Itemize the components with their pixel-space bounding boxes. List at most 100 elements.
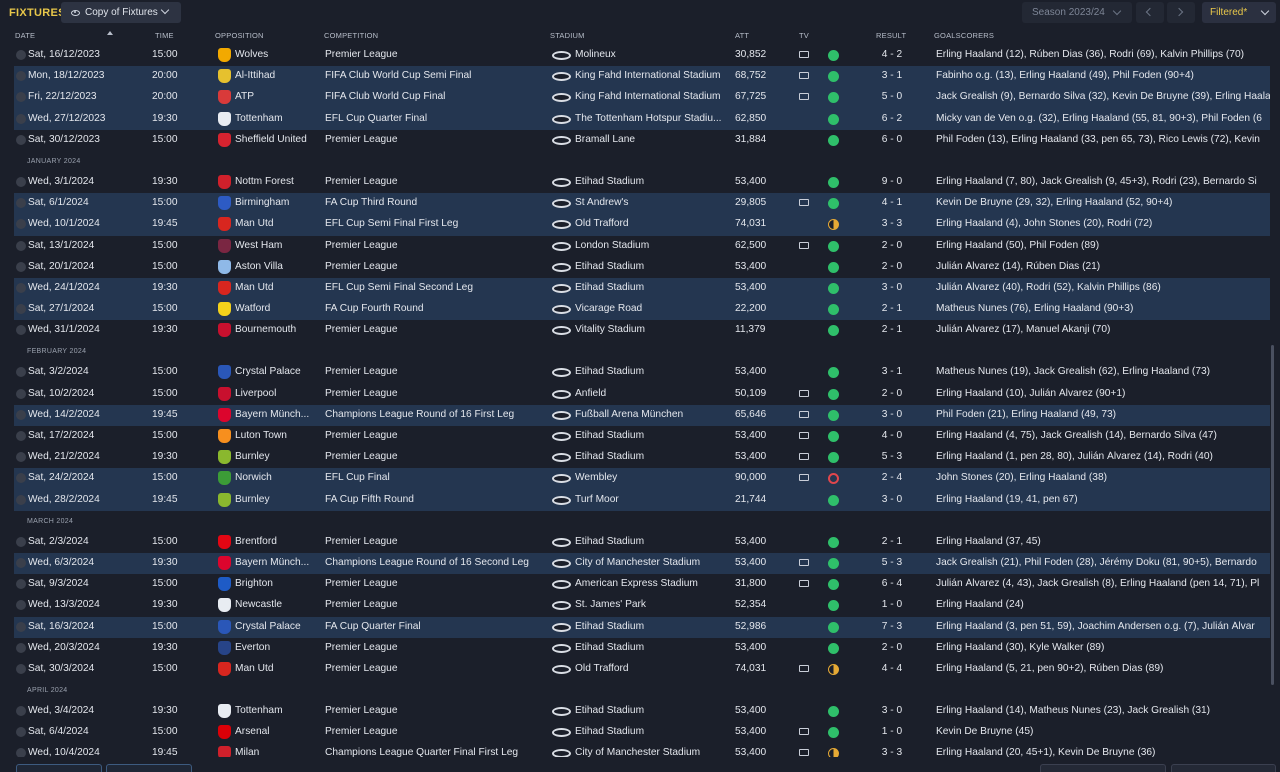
match-score[interactable]: 1 - 0: [872, 599, 912, 610]
fixture-row[interactable]: Wed, 20/3/2024 19:30 Everton Premier League…: [14, 638, 1270, 659]
competition-name[interactable]: Premier League: [325, 430, 547, 441]
stadium-name[interactable]: City of Manchester Stadium: [575, 557, 733, 568]
opposition-name[interactable]: Aston Villa: [235, 261, 321, 272]
stadium-name[interactable]: Etihad Stadium: [575, 705, 733, 716]
fixture-row[interactable]: Sat, 16/3/2024 15:00 Crystal Palace FA Cup …: [14, 616, 1270, 638]
column-opposition[interactable]: OPPOSITION: [215, 31, 264, 40]
stadium-name[interactable]: Etihad Stadium: [575, 642, 733, 653]
competition-name[interactable]: Premier League: [325, 451, 547, 462]
fixture-row[interactable]: Sat, 27/1/2024 15:00 Watford FA Cup Fourth …: [14, 299, 1270, 321]
competition-name[interactable]: Champions League Round of 16 First Leg: [325, 409, 547, 420]
opposition-name[interactable]: Crystal Palace: [235, 366, 321, 377]
stadium-name[interactable]: Fußball Arena München: [575, 409, 733, 420]
competition-name[interactable]: Premier League: [325, 134, 547, 145]
opposition-name[interactable]: Luton Town: [235, 430, 321, 441]
opposition-name[interactable]: Burnley: [235, 451, 321, 462]
stadium-name[interactable]: St. James' Park: [575, 599, 733, 610]
stadium-name[interactable]: Vicarage Road: [575, 303, 733, 314]
fixture-row[interactable]: Wed, 24/1/2024 19:30 Man Utd EFL Cup Semi F…: [14, 277, 1270, 300]
stadium-name[interactable]: Bramall Lane: [575, 134, 733, 145]
competition-name[interactable]: Premier League: [325, 663, 547, 674]
competition-name[interactable]: Premier League: [325, 261, 547, 272]
fixture-row[interactable]: Sat, 10/2/2024 15:00 Liverpool Premier Leag…: [14, 384, 1270, 405]
opposition-name[interactable]: Brentford: [235, 536, 321, 547]
fixture-row[interactable]: Sat, 3/2/2024 15:00 Crystal Palace Premier …: [14, 362, 1270, 383]
fixture-row[interactable]: Fri, 22/12/2023 20:00 ATP FIFA Club World C…: [14, 87, 1270, 109]
competition-name[interactable]: Premier League: [325, 705, 547, 716]
column-tv[interactable]: TV: [799, 31, 809, 40]
competition-name[interactable]: Premier League: [325, 176, 547, 187]
opposition-name[interactable]: Nottm Forest: [235, 176, 321, 187]
previous-button[interactable]: [1136, 2, 1164, 23]
competition-name[interactable]: Premier League: [325, 642, 547, 653]
opposition-name[interactable]: Wolves: [235, 49, 321, 60]
opposition-name[interactable]: Arsenal: [235, 726, 321, 737]
competition-name[interactable]: FA Cup Third Round: [325, 197, 547, 208]
opposition-name[interactable]: Burnley: [235, 494, 321, 505]
match-score[interactable]: 2 - 1: [872, 324, 912, 335]
stadium-name[interactable]: King Fahd International Stadium: [575, 91, 733, 102]
opposition-name[interactable]: Man Utd: [235, 282, 321, 293]
match-score[interactable]: 3 - 0: [872, 705, 912, 716]
column-result[interactable]: RESULT: [876, 31, 906, 40]
match-score[interactable]: 2 - 0: [872, 240, 912, 251]
fixture-row[interactable]: Sat, 30/12/2023 15:00 Sheffield United Prem…: [14, 130, 1270, 151]
match-score[interactable]: 6 - 2: [872, 113, 912, 124]
match-score[interactable]: 9 - 0: [872, 176, 912, 187]
fixture-row[interactable]: Sat, 20/1/2024 15:00 Aston Villa Premier Le…: [14, 257, 1270, 278]
stadium-name[interactable]: Old Trafford: [575, 663, 733, 674]
match-score[interactable]: 2 - 0: [872, 642, 912, 653]
match-score[interactable]: 2 - 0: [872, 388, 912, 399]
season-select[interactable]: Season 2023/24: [1022, 2, 1132, 23]
fixture-row[interactable]: Wed, 6/3/2024 19:30 Bayern Münch... Champio…: [14, 552, 1270, 575]
fixture-row[interactable]: Sat, 24/2/2024 15:00 Norwich EFL Cup Final W…: [14, 468, 1270, 490]
opposition-name[interactable]: Watford: [235, 303, 321, 314]
match-score[interactable]: 7 - 3: [872, 621, 912, 632]
match-score[interactable]: 2 - 4: [872, 472, 912, 483]
fixture-row[interactable]: Wed, 10/1/2024 19:45 Man Utd EFL Cup Semi F…: [14, 214, 1270, 236]
stadium-name[interactable]: The Tottenham Hotspur Stadiu...: [575, 113, 733, 124]
match-score[interactable]: 3 - 1: [872, 70, 912, 81]
fixture-row[interactable]: Wed, 3/4/2024 19:30 Tottenham Premier Leagu…: [14, 701, 1270, 722]
stadium-name[interactable]: Wembley: [575, 472, 733, 483]
match-score[interactable]: 5 - 3: [872, 557, 912, 568]
stadium-name[interactable]: London Stadium: [575, 240, 733, 251]
opposition-name[interactable]: Brighton: [235, 578, 321, 589]
column-stadium[interactable]: STADIUM: [550, 31, 585, 40]
opposition-name[interactable]: Man Utd: [235, 218, 321, 229]
competition-name[interactable]: FA Cup Fifth Round: [325, 494, 547, 505]
opposition-name[interactable]: Birmingham: [235, 197, 321, 208]
next-button[interactable]: [1167, 2, 1195, 23]
opposition-name[interactable]: Bayern Münch...: [235, 557, 321, 568]
fixture-row[interactable]: Sat, 16/12/2023 15:00 Wolves Premier League…: [14, 45, 1270, 66]
competition-name[interactable]: Premier League: [325, 536, 547, 547]
match-score[interactable]: 2 - 1: [872, 303, 912, 314]
competition-name[interactable]: FA Cup Quarter Final: [325, 621, 547, 632]
bottom-button-far-right[interactable]: [1171, 764, 1276, 772]
competition-name[interactable]: Champions League Quarter Final First Leg: [325, 747, 547, 757]
column-time[interactable]: TIME: [155, 31, 174, 40]
competition-name[interactable]: Premier League: [325, 388, 547, 399]
competition-name[interactable]: FA Cup Fourth Round: [325, 303, 547, 314]
opposition-name[interactable]: Tottenham: [235, 113, 321, 124]
match-score[interactable]: 2 - 1: [872, 536, 912, 547]
match-score[interactable]: 3 - 1: [872, 366, 912, 377]
stadium-name[interactable]: Etihad Stadium: [575, 536, 733, 547]
stadium-name[interactable]: American Express Stadium: [575, 578, 733, 589]
stadium-name[interactable]: Anfield: [575, 388, 733, 399]
opposition-name[interactable]: Liverpool: [235, 388, 321, 399]
column-competition[interactable]: COMPETITION: [324, 31, 378, 40]
fixture-row[interactable]: Wed, 14/2/2024 19:45 Bayern Münch... Champi…: [14, 404, 1270, 426]
stadium-name[interactable]: Turf Moor: [575, 494, 733, 505]
stadium-name[interactable]: Etihad Stadium: [575, 282, 733, 293]
stadium-name[interactable]: Etihad Stadium: [575, 176, 733, 187]
match-score[interactable]: 3 - 0: [872, 282, 912, 293]
stadium-name[interactable]: Etihad Stadium: [575, 430, 733, 441]
bottom-button-second[interactable]: [106, 764, 192, 772]
competition-name[interactable]: Premier League: [325, 49, 547, 60]
stadium-name[interactable]: Molineux: [575, 49, 733, 60]
stadium-name[interactable]: St Andrew's: [575, 197, 733, 208]
column-goalscorers[interactable]: GOALSCORERS: [934, 31, 994, 40]
scrollbar[interactable]: [1270, 45, 1275, 757]
competition-name[interactable]: EFL Cup Semi Final First Leg: [325, 218, 547, 229]
